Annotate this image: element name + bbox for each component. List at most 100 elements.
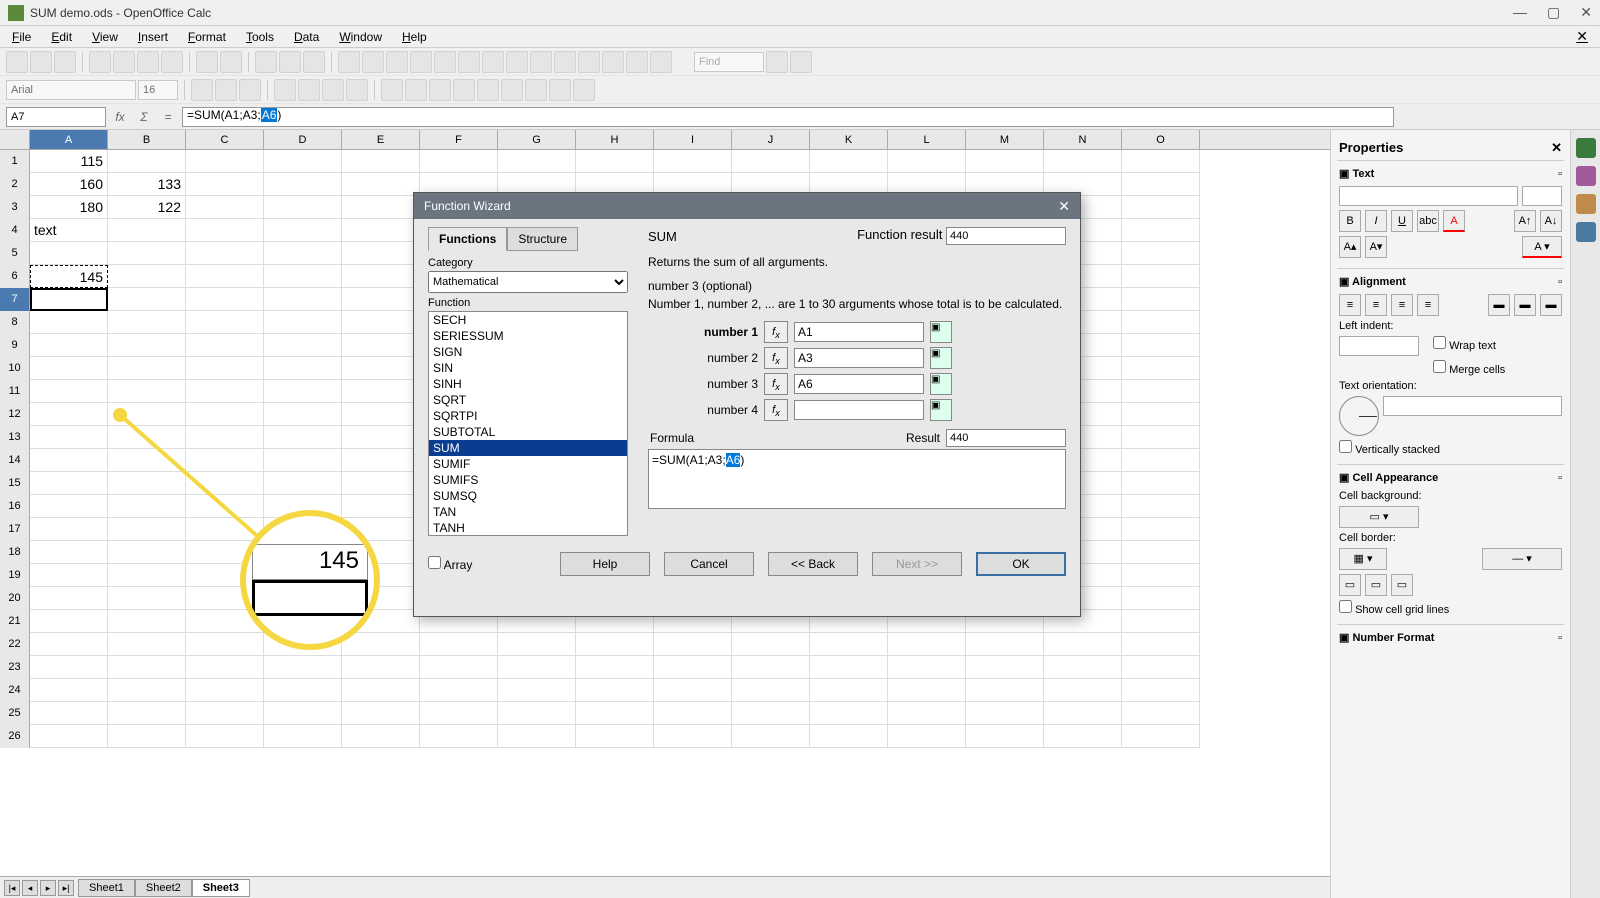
arg-fx-button-2[interactable]: fx [764, 373, 788, 395]
cell-A13[interactable] [30, 426, 108, 449]
cell-O6[interactable] [1122, 265, 1200, 288]
cell-O22[interactable] [1122, 633, 1200, 656]
cell-A4[interactable]: text [30, 219, 108, 242]
function-item-tan[interactable]: TAN [429, 504, 627, 520]
cell-A11[interactable] [30, 380, 108, 403]
col-header-K[interactable]: K [810, 130, 888, 149]
highlight-color-icon[interactable]: A ▾ [1522, 236, 1562, 258]
valign-mid-icon[interactable]: ▬ [1514, 294, 1536, 316]
cell-L24[interactable] [888, 679, 966, 702]
row-header-17[interactable]: 17 [0, 518, 30, 541]
cell-A24[interactable] [30, 679, 108, 702]
cell-O19[interactable] [1122, 564, 1200, 587]
ok-button[interactable]: OK [976, 552, 1066, 576]
cell-O21[interactable] [1122, 610, 1200, 633]
cell-A14[interactable] [30, 449, 108, 472]
percent-icon[interactable] [429, 79, 451, 101]
row-header-8[interactable]: 8 [0, 311, 30, 334]
cell-E25[interactable] [342, 702, 420, 725]
row-header-22[interactable]: 22 [0, 633, 30, 656]
toolbar-btn[interactable] [434, 51, 456, 73]
cell-F1[interactable] [420, 150, 498, 173]
sort-desc-icon[interactable] [279, 51, 301, 73]
cell-D10[interactable] [264, 357, 342, 380]
cell-B11[interactable] [108, 380, 186, 403]
col-header-C[interactable]: C [186, 130, 264, 149]
cell-A8[interactable] [30, 311, 108, 334]
cell-O20[interactable] [1122, 587, 1200, 610]
find-next-icon[interactable] [766, 51, 788, 73]
cell-E16[interactable] [342, 495, 420, 518]
row-header-26[interactable]: 26 [0, 725, 30, 748]
tab-structure[interactable]: Structure [507, 227, 578, 251]
cut-icon[interactable] [113, 51, 135, 73]
cell-H25[interactable] [576, 702, 654, 725]
row-header-2[interactable]: 2 [0, 173, 30, 196]
strike-sidebar-icon[interactable]: abc [1417, 210, 1439, 232]
cell-J25[interactable] [732, 702, 810, 725]
cell-C23[interactable] [186, 656, 264, 679]
help-button[interactable]: Help [560, 552, 650, 576]
open-icon[interactable] [30, 51, 52, 73]
cell-E1[interactable] [342, 150, 420, 173]
cell-A6[interactable]: 145 [30, 265, 108, 288]
back-button[interactable]: << Back [768, 552, 858, 576]
function-item-sqrtpi[interactable]: SQRTPI [429, 408, 627, 424]
underline-sidebar-icon[interactable]: U [1391, 210, 1413, 232]
function-wizard-icon[interactable]: fx [110, 110, 130, 124]
arg-shrink-button-2[interactable]: ▣ [930, 373, 952, 395]
cell-J22[interactable] [732, 633, 810, 656]
cell-D25[interactable] [264, 702, 342, 725]
cell-H26[interactable] [576, 725, 654, 748]
row-header-19[interactable]: 19 [0, 564, 30, 587]
cell-C12[interactable] [186, 403, 264, 426]
col-header-I[interactable]: I [654, 130, 732, 149]
cell-A19[interactable] [30, 564, 108, 587]
row-header-7[interactable]: 7 [0, 288, 30, 311]
cell-D5[interactable] [264, 242, 342, 265]
cell-C15[interactable] [186, 472, 264, 495]
cell-E4[interactable] [342, 219, 420, 242]
arg-fx-button-3[interactable]: fx [764, 399, 788, 421]
properties-strip-icon[interactable] [1576, 138, 1596, 158]
cell-A18[interactable] [30, 541, 108, 564]
toolbar-btn[interactable] [626, 51, 648, 73]
cell-F26[interactable] [420, 725, 498, 748]
cell-F23[interactable] [420, 656, 498, 679]
cell-H23[interactable] [576, 656, 654, 679]
italic-icon[interactable] [215, 79, 237, 101]
cell-A3[interactable]: 180 [30, 196, 108, 219]
border-color-icon[interactable]: ▭ [1339, 574, 1361, 596]
print-icon[interactable] [89, 51, 111, 73]
cell-G24[interactable] [498, 679, 576, 702]
cell-N23[interactable] [1044, 656, 1122, 679]
cell-E23[interactable] [342, 656, 420, 679]
cell-D1[interactable] [264, 150, 342, 173]
redo-icon[interactable] [220, 51, 242, 73]
cell-C25[interactable] [186, 702, 264, 725]
cell-E9[interactable] [342, 334, 420, 357]
cell-G1[interactable] [498, 150, 576, 173]
cell-D8[interactable] [264, 311, 342, 334]
row-header-14[interactable]: 14 [0, 449, 30, 472]
font-size-sidebar[interactable] [1522, 186, 1562, 206]
cell-B7[interactable] [108, 288, 186, 311]
show-grid-checkbox[interactable] [1339, 600, 1352, 613]
border-btn[interactable]: ▭ [1391, 574, 1413, 596]
cell-M25[interactable] [966, 702, 1044, 725]
cell-A5[interactable] [30, 242, 108, 265]
cell-L22[interactable] [888, 633, 966, 656]
cell-C16[interactable] [186, 495, 264, 518]
cell-C14[interactable] [186, 449, 264, 472]
new-icon[interactable] [6, 51, 28, 73]
cell-B4[interactable] [108, 219, 186, 242]
cell-E11[interactable] [342, 380, 420, 403]
toolbar-btn[interactable] [506, 51, 528, 73]
align-right-icon[interactable] [322, 79, 344, 101]
cell-L25[interactable] [888, 702, 966, 725]
function-item-seriessum[interactable]: SERIESSUM [429, 328, 627, 344]
cell-bg-picker[interactable]: ▭ ▾ [1339, 506, 1419, 528]
function-item-sin[interactable]: SIN [429, 360, 627, 376]
save-icon[interactable] [54, 51, 76, 73]
row-header-12[interactable]: 12 [0, 403, 30, 426]
